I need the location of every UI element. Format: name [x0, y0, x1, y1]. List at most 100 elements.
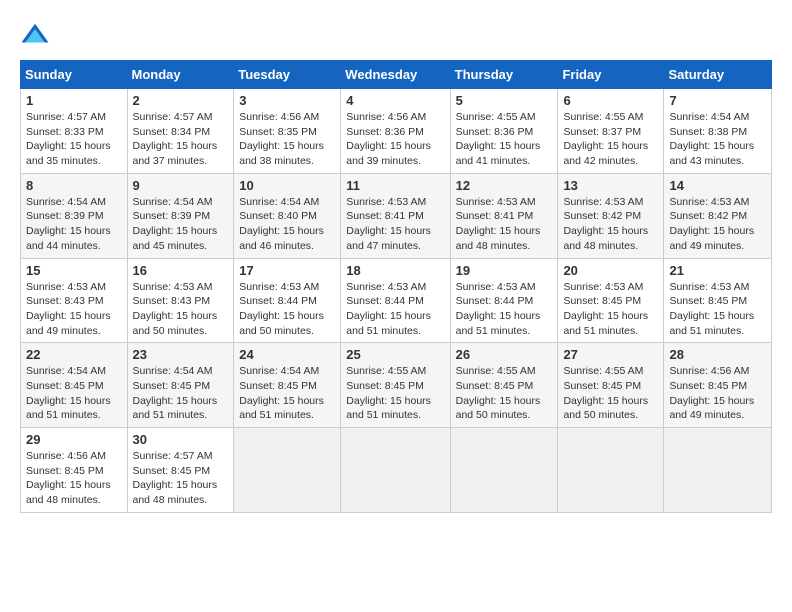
day-info: Sunrise: 4:54 AM Sunset: 8:40 PM Dayligh…	[239, 195, 335, 254]
calendar-cell: 22 Sunrise: 4:54 AM Sunset: 8:45 PM Dayli…	[21, 343, 128, 428]
calendar-cell: 21 Sunrise: 4:53 AM Sunset: 8:45 PM Dayli…	[664, 258, 772, 343]
calendar-cell: 7 Sunrise: 4:54 AM Sunset: 8:38 PM Daylig…	[664, 89, 772, 174]
day-number: 16	[133, 263, 229, 278]
calendar: SundayMondayTuesdayWednesdayThursdayFrid…	[20, 60, 772, 513]
calendar-cell: 3 Sunrise: 4:56 AM Sunset: 8:35 PM Daylig…	[234, 89, 341, 174]
calendar-cell: 26 Sunrise: 4:55 AM Sunset: 8:45 PM Dayli…	[450, 343, 558, 428]
calendar-cell	[450, 428, 558, 513]
calendar-cell: 30 Sunrise: 4:57 AM Sunset: 8:45 PM Dayli…	[127, 428, 234, 513]
day-info: Sunrise: 4:55 AM Sunset: 8:36 PM Dayligh…	[456, 110, 553, 169]
day-number: 6	[563, 93, 658, 108]
day-info: Sunrise: 4:54 AM Sunset: 8:39 PM Dayligh…	[133, 195, 229, 254]
day-info: Sunrise: 4:53 AM Sunset: 8:43 PM Dayligh…	[133, 280, 229, 339]
day-number: 26	[456, 347, 553, 362]
day-number: 2	[133, 93, 229, 108]
day-info: Sunrise: 4:56 AM Sunset: 8:35 PM Dayligh…	[239, 110, 335, 169]
calendar-header-thursday: Thursday	[450, 61, 558, 89]
day-info: Sunrise: 4:54 AM Sunset: 8:45 PM Dayligh…	[133, 364, 229, 423]
day-number: 5	[456, 93, 553, 108]
day-number: 28	[669, 347, 766, 362]
day-info: Sunrise: 4:53 AM Sunset: 8:44 PM Dayligh…	[456, 280, 553, 339]
header	[20, 20, 772, 50]
calendar-cell: 9Sunrise: 4:54 AM Sunset: 8:39 PM Daylig…	[127, 173, 234, 258]
logo-icon	[20, 20, 50, 50]
day-number: 25	[346, 347, 444, 362]
day-number: 19	[456, 263, 553, 278]
day-number: 1	[26, 93, 122, 108]
calendar-cell: 23 Sunrise: 4:54 AM Sunset: 8:45 PM Dayli…	[127, 343, 234, 428]
calendar-cell: 4 Sunrise: 4:56 AM Sunset: 8:36 PM Daylig…	[341, 89, 450, 174]
day-number: 24	[239, 347, 335, 362]
calendar-cell: 29 Sunrise: 4:56 AM Sunset: 8:45 PM Dayli…	[21, 428, 128, 513]
calendar-week-row: 8Sunrise: 4:54 AM Sunset: 8:39 PM Daylig…	[21, 173, 772, 258]
day-info: Sunrise: 4:53 AM Sunset: 8:41 PM Dayligh…	[456, 195, 553, 254]
day-number: 11	[346, 178, 444, 193]
day-info: Sunrise: 4:54 AM Sunset: 8:38 PM Dayligh…	[669, 110, 766, 169]
day-info: Sunrise: 4:53 AM Sunset: 8:44 PM Dayligh…	[346, 280, 444, 339]
day-info: Sunrise: 4:55 AM Sunset: 8:45 PM Dayligh…	[456, 364, 553, 423]
calendar-cell	[234, 428, 341, 513]
day-number: 23	[133, 347, 229, 362]
day-info: Sunrise: 4:54 AM Sunset: 8:45 PM Dayligh…	[239, 364, 335, 423]
calendar-cell	[341, 428, 450, 513]
calendar-cell: 6Sunrise: 4:55 AM Sunset: 8:37 PM Daylig…	[558, 89, 664, 174]
calendar-cell: 10Sunrise: 4:54 AM Sunset: 8:40 PM Dayli…	[234, 173, 341, 258]
day-number: 29	[26, 432, 122, 447]
calendar-header-saturday: Saturday	[664, 61, 772, 89]
day-number: 30	[133, 432, 229, 447]
day-info: Sunrise: 4:55 AM Sunset: 8:45 PM Dayligh…	[563, 364, 658, 423]
calendar-cell: 28 Sunrise: 4:56 AM Sunset: 8:45 PM Dayli…	[664, 343, 772, 428]
day-info: Sunrise: 4:56 AM Sunset: 8:45 PM Dayligh…	[26, 449, 122, 508]
calendar-cell: 14 Sunrise: 4:53 AM Sunset: 8:42 PM Dayli…	[664, 173, 772, 258]
calendar-cell	[664, 428, 772, 513]
day-info: Sunrise: 4:53 AM Sunset: 8:43 PM Dayligh…	[26, 280, 122, 339]
day-number: 4	[346, 93, 444, 108]
day-info: Sunrise: 4:57 AM Sunset: 8:34 PM Dayligh…	[133, 110, 229, 169]
calendar-cell: 27 Sunrise: 4:55 AM Sunset: 8:45 PM Dayli…	[558, 343, 664, 428]
calendar-header-friday: Friday	[558, 61, 664, 89]
day-number: 21	[669, 263, 766, 278]
calendar-cell: 11Sunrise: 4:53 AM Sunset: 8:41 PM Dayli…	[341, 173, 450, 258]
calendar-cell: 25Sunrise: 4:55 AM Sunset: 8:45 PM Dayli…	[341, 343, 450, 428]
day-number: 3	[239, 93, 335, 108]
day-number: 14	[669, 178, 766, 193]
calendar-week-row: 22 Sunrise: 4:54 AM Sunset: 8:45 PM Dayli…	[21, 343, 772, 428]
calendar-cell: 19 Sunrise: 4:53 AM Sunset: 8:44 PM Dayli…	[450, 258, 558, 343]
day-info: Sunrise: 4:57 AM Sunset: 8:45 PM Dayligh…	[133, 449, 229, 508]
calendar-header-monday: Monday	[127, 61, 234, 89]
calendar-cell: 17 Sunrise: 4:53 AM Sunset: 8:44 PM Dayli…	[234, 258, 341, 343]
calendar-cell: 15 Sunrise: 4:53 AM Sunset: 8:43 PM Dayli…	[21, 258, 128, 343]
calendar-cell: 5 Sunrise: 4:55 AM Sunset: 8:36 PM Daylig…	[450, 89, 558, 174]
calendar-cell: 12 Sunrise: 4:53 AM Sunset: 8:41 PM Dayli…	[450, 173, 558, 258]
day-info: Sunrise: 4:53 AM Sunset: 8:45 PM Dayligh…	[563, 280, 658, 339]
day-info: Sunrise: 4:56 AM Sunset: 8:36 PM Dayligh…	[346, 110, 444, 169]
calendar-cell: 24 Sunrise: 4:54 AM Sunset: 8:45 PM Dayli…	[234, 343, 341, 428]
day-number: 12	[456, 178, 553, 193]
day-info: Sunrise: 4:57 AM Sunset: 8:33 PM Dayligh…	[26, 110, 122, 169]
logo	[20, 20, 54, 50]
day-info: Sunrise: 4:53 AM Sunset: 8:44 PM Dayligh…	[239, 280, 335, 339]
calendar-cell: 13Sunrise: 4:53 AM Sunset: 8:42 PM Dayli…	[558, 173, 664, 258]
calendar-week-row: 29 Sunrise: 4:56 AM Sunset: 8:45 PM Dayli…	[21, 428, 772, 513]
day-number: 15	[26, 263, 122, 278]
day-info: Sunrise: 4:53 AM Sunset: 8:42 PM Dayligh…	[669, 195, 766, 254]
calendar-cell: 8Sunrise: 4:54 AM Sunset: 8:39 PM Daylig…	[21, 173, 128, 258]
day-number: 27	[563, 347, 658, 362]
day-info: Sunrise: 4:56 AM Sunset: 8:45 PM Dayligh…	[669, 364, 766, 423]
day-info: Sunrise: 4:54 AM Sunset: 8:45 PM Dayligh…	[26, 364, 122, 423]
calendar-cell: 20 Sunrise: 4:53 AM Sunset: 8:45 PM Dayli…	[558, 258, 664, 343]
day-info: Sunrise: 4:54 AM Sunset: 8:39 PM Dayligh…	[26, 195, 122, 254]
day-number: 22	[26, 347, 122, 362]
calendar-week-row: 15 Sunrise: 4:53 AM Sunset: 8:43 PM Dayli…	[21, 258, 772, 343]
day-info: Sunrise: 4:53 AM Sunset: 8:45 PM Dayligh…	[669, 280, 766, 339]
calendar-cell: 1 Sunrise: 4:57 AM Sunset: 8:33 PM Daylig…	[21, 89, 128, 174]
day-number: 7	[669, 93, 766, 108]
day-number: 20	[563, 263, 658, 278]
calendar-header-wednesday: Wednesday	[341, 61, 450, 89]
day-number: 17	[239, 263, 335, 278]
day-number: 13	[563, 178, 658, 193]
calendar-header-sunday: Sunday	[21, 61, 128, 89]
calendar-cell	[558, 428, 664, 513]
calendar-cell: 16 Sunrise: 4:53 AM Sunset: 8:43 PM Dayli…	[127, 258, 234, 343]
calendar-header-tuesday: Tuesday	[234, 61, 341, 89]
